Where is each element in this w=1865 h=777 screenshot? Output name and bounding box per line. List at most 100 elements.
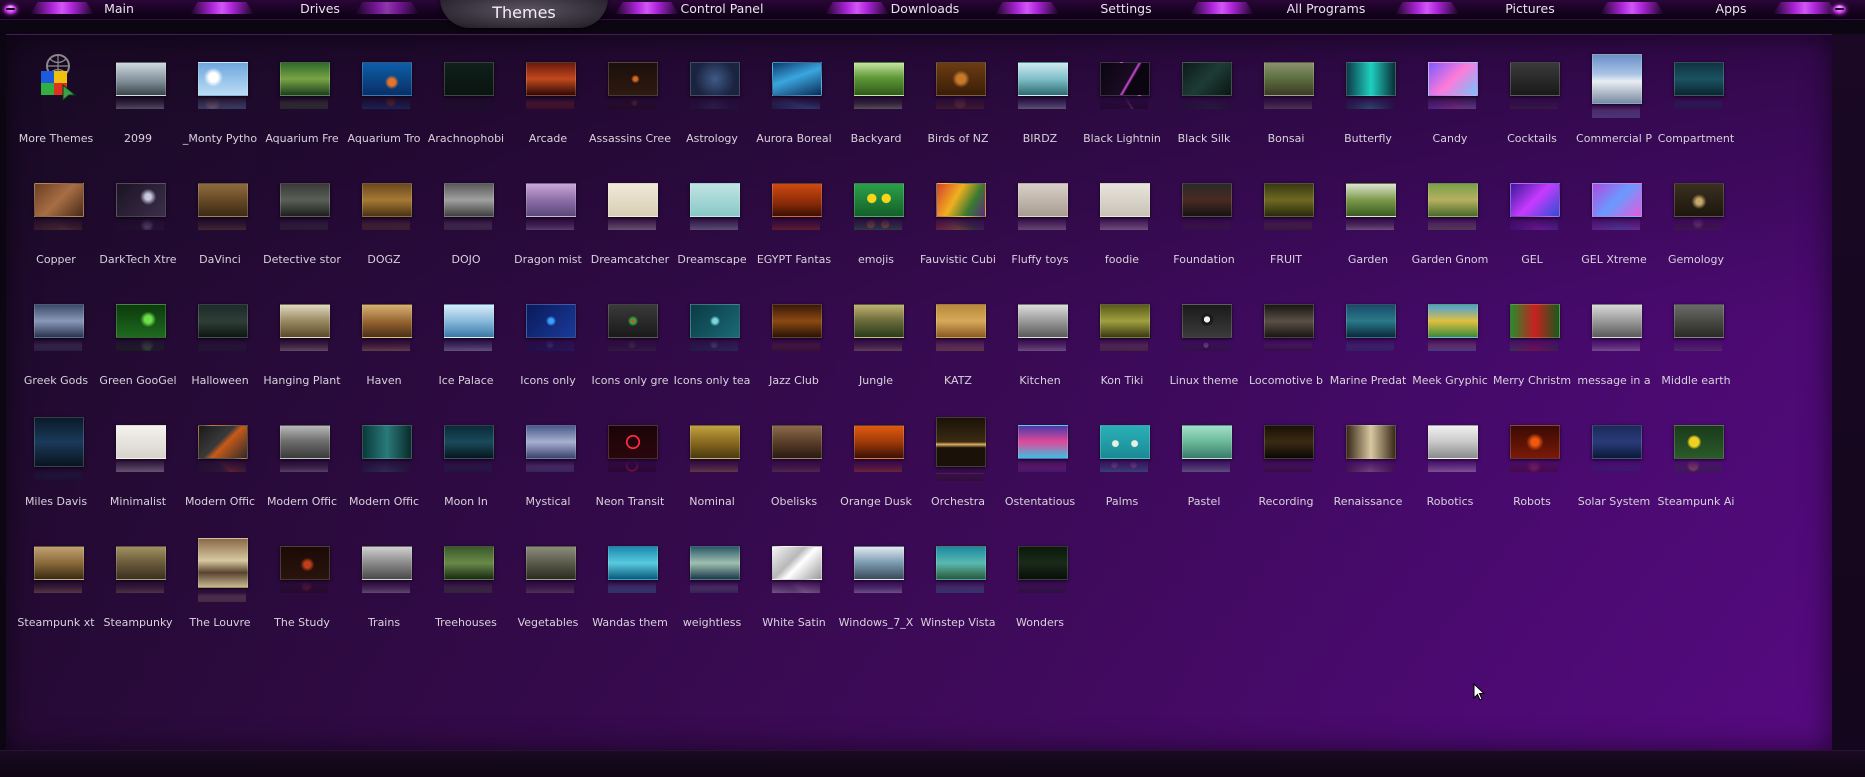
theme-item[interactable]: Locomotive b <box>1245 293 1327 414</box>
theme-item[interactable]: DOGZ <box>343 172 425 293</box>
theme-item[interactable]: GEL <box>1491 172 1573 293</box>
theme-item[interactable]: Minimalist <box>97 414 179 535</box>
theme-item[interactable]: The Study <box>261 535 343 656</box>
theme-item[interactable]: foodie <box>1081 172 1163 293</box>
theme-item[interactable]: Neon Transit <box>589 414 671 535</box>
theme-item[interactable]: Trains <box>343 535 425 656</box>
tab-themes[interactable]: Themes <box>440 0 608 28</box>
theme-item[interactable]: Cocktails <box>1491 51 1573 172</box>
theme-item[interactable]: Garden <box>1327 172 1409 293</box>
theme-item[interactable]: Nominal <box>671 414 753 535</box>
theme-item[interactable]: GEL Xtreme <box>1573 172 1655 293</box>
left-menu-orb-icon[interactable] <box>3 2 17 16</box>
theme-item[interactable]: Kon Tiki <box>1081 293 1163 414</box>
tab-settings[interactable]: Settings <box>1086 0 1166 19</box>
theme-item[interactable]: Dreamscape <box>671 172 753 293</box>
tab-control-panel[interactable]: Control Panel <box>672 0 772 19</box>
theme-item[interactable]: Butterfly <box>1327 51 1409 172</box>
theme-item[interactable]: BIRDZ <box>999 51 1081 172</box>
theme-item[interactable]: Astrology <box>671 51 753 172</box>
theme-item[interactable]: Commercial P <box>1573 51 1655 172</box>
tab-downloads[interactable]: Downloads <box>880 0 970 19</box>
theme-item[interactable]: Steampunky <box>97 535 179 656</box>
theme-item[interactable]: Black Lightnin <box>1081 51 1163 172</box>
theme-item[interactable]: Modern Offic <box>179 414 261 535</box>
tab-drives[interactable]: Drives <box>285 0 355 19</box>
theme-item[interactable]: Linux theme <box>1163 293 1245 414</box>
theme-item[interactable]: Foundation <box>1163 172 1245 293</box>
tab-main[interactable]: Main <box>84 0 154 19</box>
theme-item[interactable]: Treehouses <box>425 535 507 656</box>
tab-apps[interactable]: Apps <box>1701 0 1761 19</box>
theme-item[interactable]: Arachnophobi <box>425 51 507 172</box>
theme-item[interactable]: Palms <box>1081 414 1163 535</box>
theme-item[interactable]: Greek Gods <box>15 293 97 414</box>
theme-item[interactable]: Winstep Vista <box>917 535 999 656</box>
theme-item[interactable]: Kitchen <box>999 293 1081 414</box>
theme-item[interactable]: Gemology <box>1655 172 1737 293</box>
theme-item[interactable]: Copper <box>15 172 97 293</box>
tab-pictures[interactable]: Pictures <box>1490 0 1570 19</box>
theme-item[interactable]: Assassins Cree <box>589 51 671 172</box>
theme-item[interactable]: DaVinci <box>179 172 261 293</box>
theme-item[interactable]: Vegetables <box>507 535 589 656</box>
theme-item[interactable]: Icons only <box>507 293 589 414</box>
theme-item[interactable]: DOJO <box>425 172 507 293</box>
theme-item[interactable]: Fauvistic Cubi <box>917 172 999 293</box>
theme-item[interactable]: White Satin <box>753 535 835 656</box>
theme-item[interactable]: Miles Davis <box>15 414 97 535</box>
theme-item[interactable]: Meek Gryphic <box>1409 293 1491 414</box>
theme-item[interactable]: DarkTech Xtre <box>97 172 179 293</box>
theme-item[interactable]: Renaissance <box>1327 414 1409 535</box>
theme-item[interactable]: Dragon mist <box>507 172 589 293</box>
right-menu-orb-icon[interactable] <box>1832 2 1846 16</box>
theme-item[interactable]: Jazz Club <box>753 293 835 414</box>
theme-item[interactable]: Jungle <box>835 293 917 414</box>
theme-item[interactable]: Modern Offic <box>343 414 425 535</box>
theme-item[interactable]: Pastel <box>1163 414 1245 535</box>
theme-item[interactable]: emojis <box>835 172 917 293</box>
theme-item[interactable]: Moon In <box>425 414 507 535</box>
theme-item[interactable]: Ostentatious <box>999 414 1081 535</box>
more-themes-button[interactable]: More Themes <box>15 51 97 172</box>
theme-item[interactable]: Garden Gnom <box>1409 172 1491 293</box>
theme-item[interactable]: 2099 <box>97 51 179 172</box>
theme-item[interactable]: Orchestra <box>917 414 999 535</box>
theme-item[interactable]: Aquarium Tro <box>343 51 425 172</box>
theme-item[interactable]: Obelisks <box>753 414 835 535</box>
theme-item[interactable]: Aquarium Fre <box>261 51 343 172</box>
theme-item[interactable]: Robotics <box>1409 414 1491 535</box>
theme-item[interactable]: Robots <box>1491 414 1573 535</box>
theme-item[interactable]: Steampunk xt <box>15 535 97 656</box>
theme-item[interactable]: Orange Dusk <box>835 414 917 535</box>
theme-item[interactable]: Compartment <box>1655 51 1737 172</box>
theme-item[interactable]: Middle earth <box>1655 293 1737 414</box>
theme-item[interactable]: Recording <box>1245 414 1327 535</box>
theme-item[interactable]: Wonders <box>999 535 1081 656</box>
theme-item[interactable]: Black Silk <box>1163 51 1245 172</box>
theme-item[interactable]: message in a <box>1573 293 1655 414</box>
theme-item[interactable]: KATZ <box>917 293 999 414</box>
theme-item[interactable]: Detective stor <box>261 172 343 293</box>
theme-item[interactable]: Hanging Plant <box>261 293 343 414</box>
theme-item[interactable]: Bonsai <box>1245 51 1327 172</box>
theme-item[interactable]: FRUIT <box>1245 172 1327 293</box>
tab-all-programs[interactable]: All Programs <box>1276 0 1376 19</box>
theme-item[interactable]: Mystical <box>507 414 589 535</box>
theme-item[interactable]: Solar System <box>1573 414 1655 535</box>
theme-item[interactable]: Icons only gre <box>589 293 671 414</box>
theme-item[interactable]: Ice Palace <box>425 293 507 414</box>
theme-item[interactable]: Modern Offic <box>261 414 343 535</box>
theme-item[interactable]: Merry Christm <box>1491 293 1573 414</box>
theme-item[interactable]: Steampunk Ai <box>1655 414 1737 535</box>
theme-item[interactable]: Aurora Boreal <box>753 51 835 172</box>
theme-item[interactable]: Windows_7_X <box>835 535 917 656</box>
theme-item[interactable]: Marine Predat <box>1327 293 1409 414</box>
theme-item[interactable]: Dreamcatcher <box>589 172 671 293</box>
theme-item[interactable]: Haven <box>343 293 425 414</box>
theme-item[interactable]: weightless <box>671 535 753 656</box>
theme-item[interactable]: Halloween <box>179 293 261 414</box>
theme-item[interactable]: Icons only tea <box>671 293 753 414</box>
theme-item[interactable]: EGYPT Fantas <box>753 172 835 293</box>
theme-item[interactable]: _Monty Pytho <box>179 51 261 172</box>
